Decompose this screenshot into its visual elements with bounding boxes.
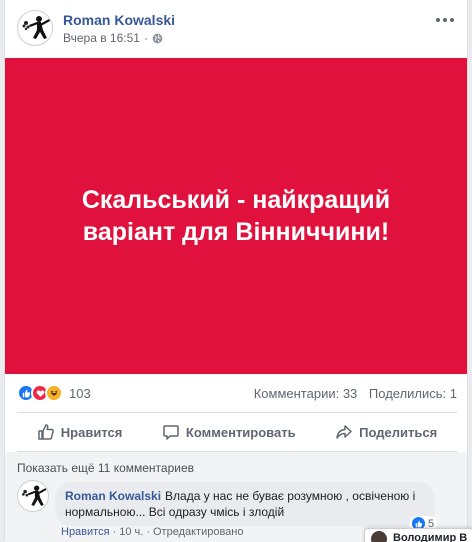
author-avatar[interactable] <box>17 10 53 46</box>
shares-count[interactable]: Поделились: 1 <box>369 386 457 401</box>
comment-button-label: Комментировать <box>185 424 296 440</box>
action-bar: Нравится Комментировать Поделиться <box>17 412 457 452</box>
chat-name: Володимир В <box>393 532 468 542</box>
post-meta: Вчера в 16:51 · <box>63 31 163 45</box>
comment-time[interactable]: 10 ч. <box>119 526 143 538</box>
post-timestamp[interactable]: Вчера в 16:51 <box>63 31 140 45</box>
globe-icon <box>152 33 163 43</box>
post-card: Roman Kowalski Вчера в 16:51 · Скальськи… <box>4 0 468 542</box>
comment-avatar[interactable] <box>17 480 49 512</box>
comments-count[interactable]: Комментарии: 33 <box>254 386 358 401</box>
chat-avatar <box>371 531 387 542</box>
post-image-text: Скальський - найкращий варіант для Вінни… <box>81 186 391 246</box>
share-button-label: Поделиться <box>359 424 438 440</box>
thumbs-up-icon <box>38 424 54 440</box>
like-button-label: Нравится <box>60 424 123 440</box>
comment-actions: Нравится · 10 ч. · Отредактировано <box>61 526 244 538</box>
more-options-icon[interactable] <box>433 10 457 30</box>
post-image[interactable]: Скальський - найкращий варіант для Вінни… <box>5 58 467 374</box>
comment-button[interactable]: Комментировать <box>162 423 296 441</box>
reactions-count[interactable]: 103 <box>69 386 91 401</box>
stats-right: Комментарии: 33 Поделились: 1 <box>254 386 457 401</box>
author-name[interactable]: Roman Kowalski <box>63 12 175 28</box>
show-more-comments-link[interactable]: Показать ещё 11 комментариев <box>17 461 194 475</box>
share-icon <box>336 425 352 439</box>
comment-icon <box>163 425 179 440</box>
chat-tab[interactable]: Володимир В <box>364 528 472 542</box>
comment-author[interactable]: Roman Kowalski <box>65 489 161 503</box>
post-stats: 103 Комментарии: 33 Поделились: 1 <box>17 384 457 404</box>
haha-reaction-icon <box>45 384 63 402</box>
share-button[interactable]: Поделиться <box>335 423 437 441</box>
comment-bubble: Roman Kowalski Влада у нас не буває розум… <box>55 482 435 526</box>
reactions-summary[interactable]: 103 <box>17 384 91 402</box>
post-header: Roman Kowalski Вчера в 16:51 · <box>17 10 457 46</box>
comment-like-link[interactable]: Нравится <box>61 526 110 538</box>
comment-edited-label[interactable]: Отредактировано <box>153 526 244 538</box>
like-button[interactable]: Нравится <box>37 423 123 441</box>
